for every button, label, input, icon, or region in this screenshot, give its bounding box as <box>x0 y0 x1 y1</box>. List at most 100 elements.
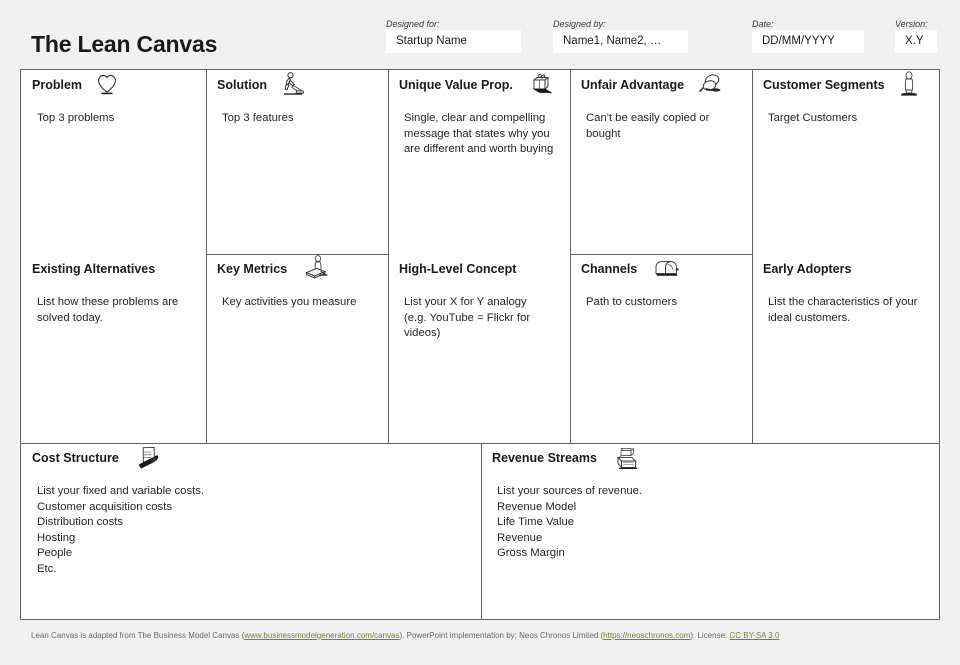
cell-problem-title: Problem <box>32 78 83 92</box>
designed-for-field: Designed for: Startup Name <box>386 18 521 53</box>
grid-divider-vertical-3 <box>570 70 571 443</box>
cell-metrics-body: Key activities you measure <box>206 288 388 311</box>
cell-unfair-line-1: Can't be easily copied or <box>586 112 710 124</box>
cell-alternatives-body: List how these problems are solved today… <box>21 288 206 326</box>
designed-by-input[interactable]: Name1, Name2, … <box>553 30 688 53</box>
grid-divider-vertical-1 <box>206 70 207 443</box>
cell-unfair-advantage[interactable]: Unfair Advantage Can't be easily copied … <box>570 70 752 254</box>
cell-alternatives-line-1: List how these problems are <box>37 296 179 308</box>
lean-canvas-grid: Problem Top 3 problems Solution Top 3 fe… <box>20 69 940 620</box>
cell-metrics-title: Key Metrics <box>217 262 288 276</box>
cell-hlc-line-3: videos) <box>404 327 441 339</box>
cell-cost-line-5: People <box>37 547 73 559</box>
cell-revenue-line-3: Life Time Value <box>497 516 575 528</box>
version-field: Version: X.Y <box>895 18 937 53</box>
cell-hlc-line-1: List your X for Y analogy <box>404 296 527 308</box>
cell-revenue-title: Revenue Streams <box>492 451 597 465</box>
cell-revenue-line-4: Revenue <box>497 531 543 544</box>
date-label: Date: <box>752 19 774 29</box>
cell-problem-line: Top 3 problems <box>37 112 115 124</box>
cell-uvp-line-1: Single, clear and compelling <box>404 112 546 124</box>
cell-revenue-line-2: Revenue Model <box>497 500 577 513</box>
cell-unfair-title: Unfair Advantage <box>581 78 685 92</box>
date-input[interactable]: DD/MM/YYYY <box>752 30 864 53</box>
cell-existing-alternatives[interactable]: Existing Alternatives List how these pro… <box>21 254 206 443</box>
cell-revenue-body: List your sources of revenue. Revenue Mo… <box>481 477 939 562</box>
cell-problem-head: Problem <box>21 70 206 104</box>
cell-alternatives-title: Existing Alternatives <box>32 262 156 276</box>
cell-cost-body: List your fixed and variable costs. Cust… <box>21 477 481 577</box>
grid-divider-unfair-channels <box>570 254 752 255</box>
cell-problem-body: Top 3 problems <box>21 104 206 127</box>
cell-cost-line-6: Etc. <box>37 562 57 575</box>
cell-early-adopters-head: Early Adopters <box>752 254 939 288</box>
cell-solution[interactable]: Solution Top 3 features <box>206 70 388 254</box>
cell-revenue-line-5: Gross Margin <box>497 547 565 559</box>
cell-revenue-head: Revenue Streams <box>481 443 939 477</box>
cell-hlc-body: List your X for Y analogy (e.g. YouTube … <box>388 288 570 342</box>
cell-channels-body: Path to customers <box>570 288 752 311</box>
version-label: Version: <box>895 19 928 29</box>
date-field: Date: DD/MM/YYYY <box>752 18 864 53</box>
heart-icon <box>95 71 119 97</box>
standing-person-icon <box>898 71 920 99</box>
grid-divider-cost-revenue <box>481 443 482 619</box>
designed-by-field: Designed by: Name1, Name2, … <box>553 18 688 53</box>
mailbox-icon <box>651 255 681 281</box>
footer-link-license[interactable]: CC BY-SA 3.0 <box>729 631 779 640</box>
cell-cost-title: Cost Structure <box>32 451 119 465</box>
footer-link-business-model-generation[interactable]: www.businessmodelgeneration.com/canvas <box>244 631 399 640</box>
cash-register-icon <box>610 444 640 474</box>
cell-early-adopters-title: Early Adopters <box>763 262 852 276</box>
cell-revenue-streams[interactable]: Revenue Streams List your sources of rev… <box>481 443 939 619</box>
document-pen-icon <box>132 444 162 474</box>
grid-divider-vertical-2 <box>388 70 389 443</box>
lean-canvas-page: The Lean Canvas Designed for: Startup Na… <box>0 0 960 665</box>
cell-early-adopters-line-2: ideal customers. <box>768 311 851 324</box>
cell-metrics-line: Key activities you measure <box>222 296 357 308</box>
cell-unfair-body: Can't be easily copied or bought <box>570 104 752 142</box>
cell-segments-head: Customer Segments <box>752 70 939 104</box>
footer-text-2: ). PowerPoint implementation by: Neos Ch… <box>399 631 604 640</box>
footer-link-neoschronos[interactable]: https://neoschronos.com <box>603 631 690 640</box>
cell-early-adopters[interactable]: Early Adopters List the characteristics … <box>752 254 939 443</box>
cell-alternatives-line-2: solved today. <box>37 311 103 324</box>
cell-channels-head: Channels <box>570 254 752 288</box>
person-on-treadmill-icon <box>301 255 329 283</box>
designed-for-input[interactable]: Startup Name <box>386 30 521 53</box>
magnifier-lens-icon <box>697 71 727 97</box>
page-title: The Lean Canvas <box>31 31 218 57</box>
cell-key-metrics[interactable]: Key Metrics Key activities you measure <box>206 254 388 443</box>
cell-segments-body: Target Customers <box>752 104 939 127</box>
designed-by-label: Designed by: <box>553 19 606 29</box>
version-input[interactable]: X.Y <box>895 30 937 53</box>
footer-text-1: Lean Canvas is adapted from The Business… <box>31 631 245 640</box>
cell-cost-head: Cost Structure <box>21 443 481 477</box>
footer-attribution: Lean Canvas is adapted from The Business… <box>31 630 931 641</box>
cell-early-adopters-line-1: List the characteristics of your <box>768 296 918 308</box>
cell-uvp-line-2: message that states why you <box>404 127 550 140</box>
grid-divider-bottom-row <box>21 443 939 444</box>
footer-text-3: ). License: <box>690 631 730 640</box>
cell-unfair-head: Unfair Advantage <box>570 70 752 104</box>
cell-channels-title: Channels <box>581 262 638 276</box>
cell-hlc-title: High-Level Concept <box>399 262 517 276</box>
cell-cost-structure[interactable]: Cost Structure List your fixed and varia… <box>21 443 481 619</box>
cell-revenue-line-1: List your sources of revenue. <box>497 485 643 497</box>
person-sweeping-icon <box>280 71 306 97</box>
cell-segments-title: Customer Segments <box>763 78 885 92</box>
cell-cost-line-1: List your fixed and variable costs. <box>37 485 205 497</box>
cell-solution-body: Top 3 features <box>206 104 388 127</box>
cell-problem[interactable]: Problem Top 3 problems <box>21 70 206 254</box>
cell-hlc-head: High-Level Concept <box>388 254 570 288</box>
cell-alternatives-head: Existing Alternatives <box>21 254 206 288</box>
cell-uvp-line-3: are different and worth buying <box>404 143 554 155</box>
cell-solution-title: Solution <box>217 78 267 92</box>
grid-divider-solution-metrics <box>206 254 388 255</box>
designed-for-label: Designed for: <box>386 19 440 29</box>
cell-solution-head: Solution <box>206 70 388 104</box>
cell-high-level-concept[interactable]: High-Level Concept List your X for Y ana… <box>388 254 570 443</box>
cell-segments-line: Target Customers <box>768 112 858 124</box>
cell-channels[interactable]: Channels Path to customers <box>570 254 752 443</box>
cell-cost-line-3: Distribution costs <box>37 516 124 528</box>
